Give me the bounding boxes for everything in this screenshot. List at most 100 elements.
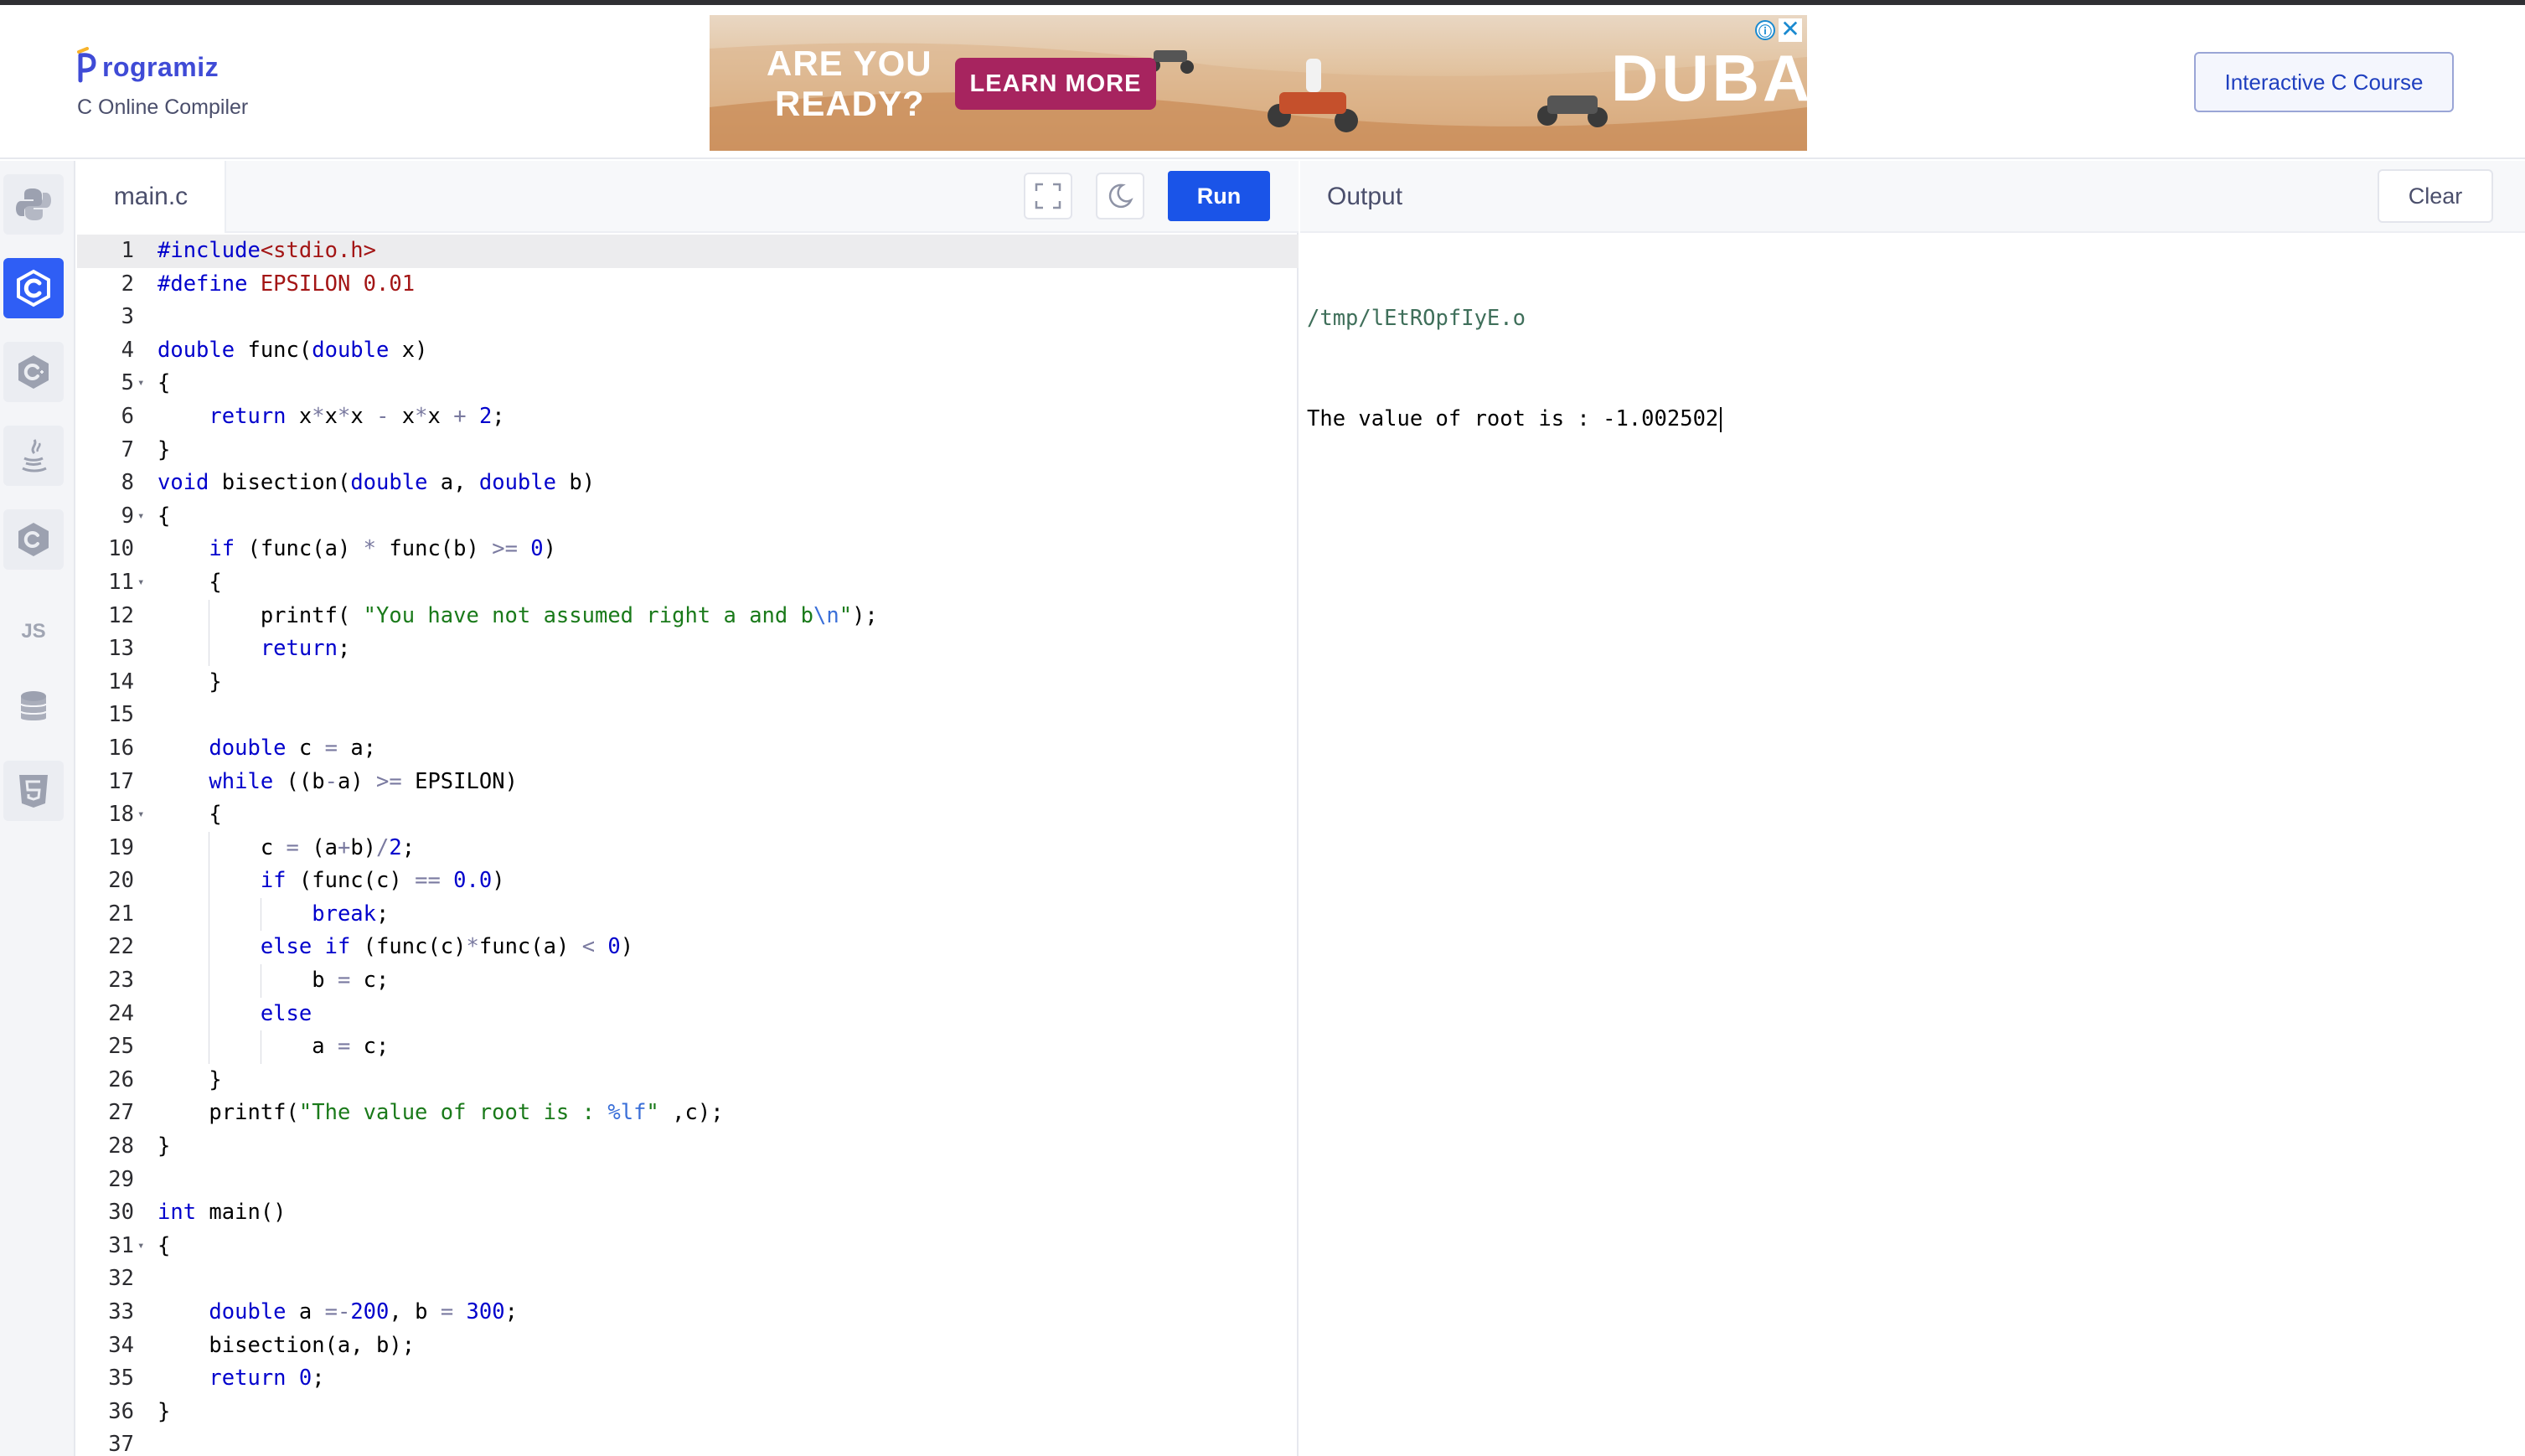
code-line[interactable]: 15 [77, 699, 1299, 732]
line-number: 32 [108, 1266, 134, 1292]
code-text: { [157, 370, 171, 396]
fold-toggle-icon[interactable]: ▾ [137, 1230, 144, 1263]
code-line[interactable]: 6 return x*x*x - x*x + 2; [77, 400, 1299, 434]
code-line[interactable]: 27 printf("The value of root is : %lf" ,… [77, 1097, 1299, 1130]
code-line[interactable]: 8 void bisection(double a, double b) [77, 467, 1299, 500]
text-cursor [1720, 407, 1722, 432]
editor-toolbar: main.c Run [77, 161, 1299, 233]
advertisement-banner[interactable]: ARE YOU READY? LEARN MORE DUBAI ⓘ ✕ [710, 15, 1807, 151]
file-tab-main-c[interactable]: main.c [77, 161, 226, 233]
ad-brand-logo: DUBAI [1611, 41, 1807, 115]
code-line[interactable]: 35 return 0; [77, 1362, 1299, 1396]
line-number: 7 [121, 436, 134, 462]
code-line[interactable]: 12 printf( "You have not assumed right a… [77, 599, 1299, 633]
line-number: 17 [108, 768, 134, 794]
line-number: 31 [108, 1232, 134, 1258]
code-line[interactable]: 23 b = c; [77, 964, 1299, 998]
sidebar-item-cpp[interactable] [3, 342, 64, 402]
code-line[interactable]: 21 break; [77, 897, 1299, 932]
programiz-logo[interactable]: rogramiz [77, 47, 219, 84]
code-line[interactable]: 31 ▾ { [77, 1230, 1299, 1263]
line-number: 26 [108, 1066, 134, 1092]
code-text: } [157, 1133, 171, 1159]
sidebar-item-csharp[interactable] [3, 509, 64, 570]
code-text: else [260, 1000, 312, 1026]
code-line[interactable]: 24 else [77, 997, 1299, 1031]
line-number: 28 [108, 1133, 134, 1159]
sidebar-item-html[interactable] [3, 761, 64, 821]
code-line[interactable]: 22 else if (func(c)*func(a) < 0) [77, 931, 1299, 965]
code-line[interactable]: 20 if (func(c) == 0.0) [77, 865, 1299, 898]
code-line[interactable]: 7} [77, 434, 1299, 467]
line-number: 12 [108, 602, 134, 628]
code-line[interactable]: 5 ▾ { [77, 367, 1299, 400]
code-line[interactable]: 14 } [77, 666, 1299, 700]
code-line[interactable]: 19 c = (a+b)/2; [77, 831, 1299, 865]
line-number: 30 [108, 1200, 134, 1226]
code-line[interactable]: 36} [77, 1396, 1299, 1429]
dark-mode-toggle[interactable] [1096, 173, 1144, 219]
interactive-c-course-button[interactable]: Interactive C Course [2194, 52, 2454, 112]
sidebar-item-java[interactable] [3, 426, 64, 486]
line-number: 18 [108, 802, 134, 828]
code-text: printf( "You have not assumed right a an… [157, 602, 878, 628]
sidebar-item-python[interactable] [3, 174, 64, 235]
code-text: void bisection(double a, double b) [157, 470, 596, 496]
code-line[interactable]: 2 #define EPSILON 0.01 [77, 268, 1299, 302]
code-line[interactable]: 33 double a =-200, b = 300; [77, 1296, 1299, 1330]
ad-info-icon[interactable]: ⓘ [1755, 20, 1775, 40]
output-console[interactable]: /tmp/lEtROpfIyE.o The value of root is :… [1307, 235, 1722, 503]
sidebar-item-sql[interactable] [3, 677, 64, 737]
run-button[interactable]: Run [1168, 171, 1270, 221]
line-number: 1 [121, 238, 134, 263]
c-icon [17, 269, 50, 307]
code-line[interactable]: 18 ▾ { [77, 798, 1299, 832]
code-line[interactable]: 32 [77, 1262, 1299, 1296]
clear-button[interactable]: Clear [2378, 169, 2493, 223]
code-text: if (func(a) * func(b) >= 0) [209, 536, 556, 562]
fold-toggle-icon[interactable]: ▾ [137, 500, 144, 534]
sidebar-item-c[interactable] [3, 258, 64, 318]
code-line[interactable]: 28} [77, 1130, 1299, 1164]
line-number: 5 [121, 370, 134, 396]
code-text: a = c; [157, 1034, 390, 1060]
code-line[interactable]: 30 int main() [77, 1196, 1299, 1230]
compiler-subtitle: C Online Compiler [77, 96, 249, 119]
code-line[interactable]: 10 if (func(a) * func(b) >= 0) [77, 533, 1299, 566]
fullscreen-button[interactable] [1024, 173, 1072, 219]
fold-toggle-icon[interactable]: ▾ [137, 566, 144, 600]
fold-toggle-icon[interactable]: ▾ [137, 367, 144, 400]
code-line[interactable]: 1 #include<stdio.h> [77, 235, 1299, 268]
sidebar-item-javascript[interactable]: JS [3, 602, 64, 662]
line-number: 35 [108, 1366, 134, 1391]
line-number: 23 [108, 968, 134, 994]
code-line[interactable]: 37 [77, 1428, 1299, 1456]
code-line[interactable]: 9 ▾ { [77, 500, 1299, 534]
ad-learn-more-button[interactable]: LEARN MORE [955, 58, 1156, 110]
html5-icon [19, 775, 48, 808]
line-number: 13 [108, 636, 134, 662]
ad-close-icon[interactable]: ✕ [1779, 18, 1802, 42]
line-number: 2 [121, 271, 134, 297]
fold-toggle-icon[interactable]: ▾ [137, 798, 144, 832]
code-line[interactable]: 34 bisection(a, b); [77, 1330, 1299, 1363]
ad-headline-line2: READY? [775, 84, 925, 123]
code-line[interactable]: 29 [77, 1164, 1299, 1197]
code-text: bisection(a, b); [157, 1332, 416, 1358]
code-line[interactable]: 16 double c = a; [77, 732, 1299, 766]
code-line[interactable]: 3 [77, 301, 1299, 334]
code-area[interactable]: 1 #include<stdio.h> 2 #define EPSILON 0.01 3… [77, 235, 1299, 1456]
code-line[interactable]: 17 while ((b-a) >= EPSILON) [77, 766, 1299, 799]
line-number: 15 [108, 702, 134, 728]
code-text: return 0; [209, 1366, 325, 1391]
code-text: b = c; [157, 968, 390, 994]
code-line[interactable]: 11 ▾ { [77, 566, 1299, 600]
code-text: while ((b-a) >= EPSILON) [209, 768, 518, 794]
cpp-icon [18, 355, 49, 389]
code-line[interactable]: 25 a = c; [77, 1030, 1299, 1064]
code-text: double func(double x) [157, 337, 428, 363]
python-icon [16, 188, 51, 220]
code-line[interactable]: 4 double func(double x) [77, 334, 1299, 368]
code-line[interactable]: 26 } [77, 1064, 1299, 1097]
code-line[interactable]: 13 return; [77, 632, 1299, 666]
